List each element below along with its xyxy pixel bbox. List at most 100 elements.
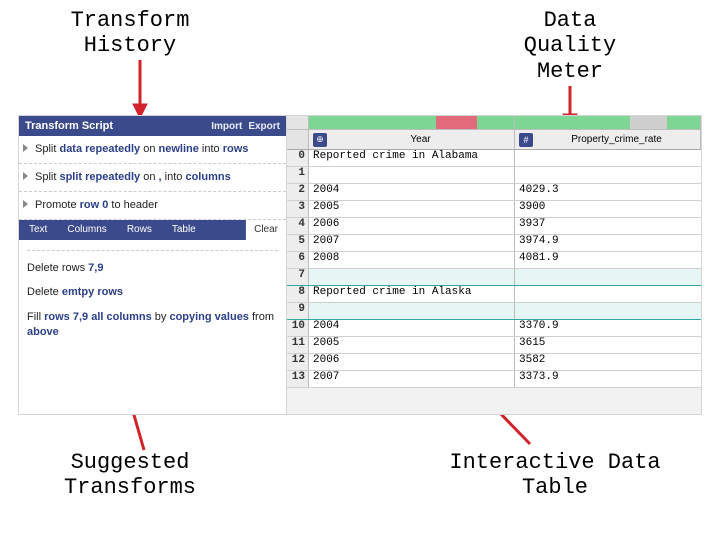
suggestions-panel: Delete rows 7,9 Delete emtpy rows Fill r…: [19, 240, 286, 354]
table-row[interactable]: 1020043370.9: [287, 320, 701, 337]
cell-rate[interactable]: [515, 269, 701, 285]
hist-text: into: [199, 143, 223, 155]
hist-text: split repeatedly: [59, 171, 140, 183]
suggestion-item[interactable]: Delete rows 7,9: [27, 261, 278, 276]
row-number: 5: [287, 235, 309, 251]
table-row[interactable]: 520073974.9: [287, 235, 701, 252]
hist-text: columns: [185, 171, 230, 183]
cell-year[interactable]: [309, 303, 515, 319]
cell-rate[interactable]: 4029.3: [515, 184, 701, 200]
sg-text: by: [152, 311, 170, 323]
quality-bar-rate: [515, 116, 701, 129]
hist-text: on: [140, 143, 158, 155]
clear-button[interactable]: Clear: [245, 220, 286, 240]
suggestion-item[interactable]: Delete emtpy rows: [27, 285, 278, 300]
hist-text: to header: [108, 199, 158, 211]
quality-rowhead: [287, 116, 309, 129]
cell-year[interactable]: [309, 269, 515, 285]
annotation-transform-history: Transform History: [40, 8, 220, 59]
cell-rate[interactable]: [515, 286, 701, 302]
table-row[interactable]: 7: [287, 269, 701, 286]
disclosure-icon: [23, 144, 28, 152]
sg-text: emtpy rows: [62, 286, 123, 298]
table-row[interactable]: 320053900: [287, 201, 701, 218]
table-row[interactable]: 1320073373.9: [287, 371, 701, 388]
history-item[interactable]: Split split repeatedly on , into columns: [19, 164, 286, 192]
column-header-rate[interactable]: # Property_crime_rate: [515, 130, 701, 149]
row-number: 9: [287, 303, 309, 319]
tab-table[interactable]: Table: [162, 220, 206, 240]
transform-tabs: Text Columns Rows Table Clear: [19, 220, 286, 240]
data-table-panel: ⊕ Year # Property_crime_rate 0Reported c…: [287, 116, 701, 414]
row-number: 2: [287, 184, 309, 200]
history-item[interactable]: Split data repeatedly on newline into ro…: [19, 136, 286, 164]
export-link[interactable]: Export: [248, 121, 280, 132]
cell-rate[interactable]: 4081.9: [515, 252, 701, 268]
cell-year[interactable]: Reported crime in Alaska: [309, 286, 515, 302]
cell-year[interactable]: 2006: [309, 354, 515, 370]
transform-panel: Transform Script Import Export Split dat…: [19, 116, 287, 414]
column-label: Property_crime_rate: [537, 134, 696, 145]
cell-rate[interactable]: [515, 167, 701, 183]
table-row[interactable]: 620084081.9: [287, 252, 701, 269]
cell-rate[interactable]: 3615: [515, 337, 701, 353]
tab-text[interactable]: Text: [19, 220, 57, 240]
hist-text: Promote: [35, 199, 80, 211]
cell-rate[interactable]: [515, 303, 701, 319]
sg-text: Delete: [27, 286, 62, 298]
table-row[interactable]: 420063937: [287, 218, 701, 235]
sg-text: Delete rows: [27, 262, 88, 274]
quality-bar-year: [309, 116, 515, 129]
annotation-data-quality-meter: Data Quality Meter: [495, 8, 645, 84]
row-number: 3: [287, 201, 309, 217]
cell-rate[interactable]: 3937: [515, 218, 701, 234]
cell-rate[interactable]: 3900: [515, 201, 701, 217]
row-number: 8: [287, 286, 309, 302]
hist-text: data repeatedly: [59, 143, 140, 155]
cell-rate[interactable]: 3582: [515, 354, 701, 370]
row-number: 7: [287, 269, 309, 285]
cell-rate[interactable]: 3373.9: [515, 371, 701, 387]
disclosure-icon: [23, 200, 28, 208]
cell-year[interactable]: Reported crime in Alabama: [309, 150, 515, 166]
row-number: 6: [287, 252, 309, 268]
tab-rows[interactable]: Rows: [117, 220, 162, 240]
table-row[interactable]: 0Reported crime in Alabama: [287, 150, 701, 167]
cell-year[interactable]: 2007: [309, 371, 515, 387]
import-link[interactable]: Import: [211, 121, 242, 132]
cell-year[interactable]: 2006: [309, 218, 515, 234]
cell-rate[interactable]: 3370.9: [515, 320, 701, 336]
history-item[interactable]: Promote row 0 to header: [19, 192, 286, 220]
cell-year[interactable]: 2005: [309, 201, 515, 217]
cell-year[interactable]: 2004: [309, 320, 515, 336]
column-header-year[interactable]: ⊕ Year: [309, 130, 515, 149]
table-row[interactable]: 9: [287, 303, 701, 320]
cell-rate[interactable]: 3974.9: [515, 235, 701, 251]
tab-columns[interactable]: Columns: [57, 220, 116, 240]
table-row[interactable]: 1120053615: [287, 337, 701, 354]
type-icon: ⊕: [313, 133, 327, 147]
hist-text: newline: [159, 143, 199, 155]
table-row[interactable]: 220044029.3: [287, 184, 701, 201]
table-row[interactable]: 1: [287, 167, 701, 184]
cell-year[interactable]: 2008: [309, 252, 515, 268]
row-number: 4: [287, 218, 309, 234]
cell-rate[interactable]: [515, 150, 701, 166]
row-number: 12: [287, 354, 309, 370]
rowhead-corner: [287, 130, 309, 149]
cell-year[interactable]: 2005: [309, 337, 515, 353]
cell-year[interactable]: 2007: [309, 235, 515, 251]
arrow-icon: [130, 60, 150, 120]
type-icon: #: [519, 133, 533, 147]
sg-text: copying values: [169, 311, 248, 323]
sg-text: above: [27, 326, 59, 338]
table-row[interactable]: 8Reported crime in Alaska: [287, 286, 701, 303]
sg-text: from: [249, 311, 274, 323]
cell-year[interactable]: [309, 167, 515, 183]
table-row[interactable]: 1220063582: [287, 354, 701, 371]
hist-text: into: [162, 171, 186, 183]
cell-year[interactable]: 2004: [309, 184, 515, 200]
table-body[interactable]: 0Reported crime in Alabama1220044029.332…: [287, 150, 701, 414]
suggestion-item[interactable]: Fill rows 7,9 all columns by copying val…: [27, 310, 278, 340]
hist-text: row 0: [80, 199, 109, 211]
